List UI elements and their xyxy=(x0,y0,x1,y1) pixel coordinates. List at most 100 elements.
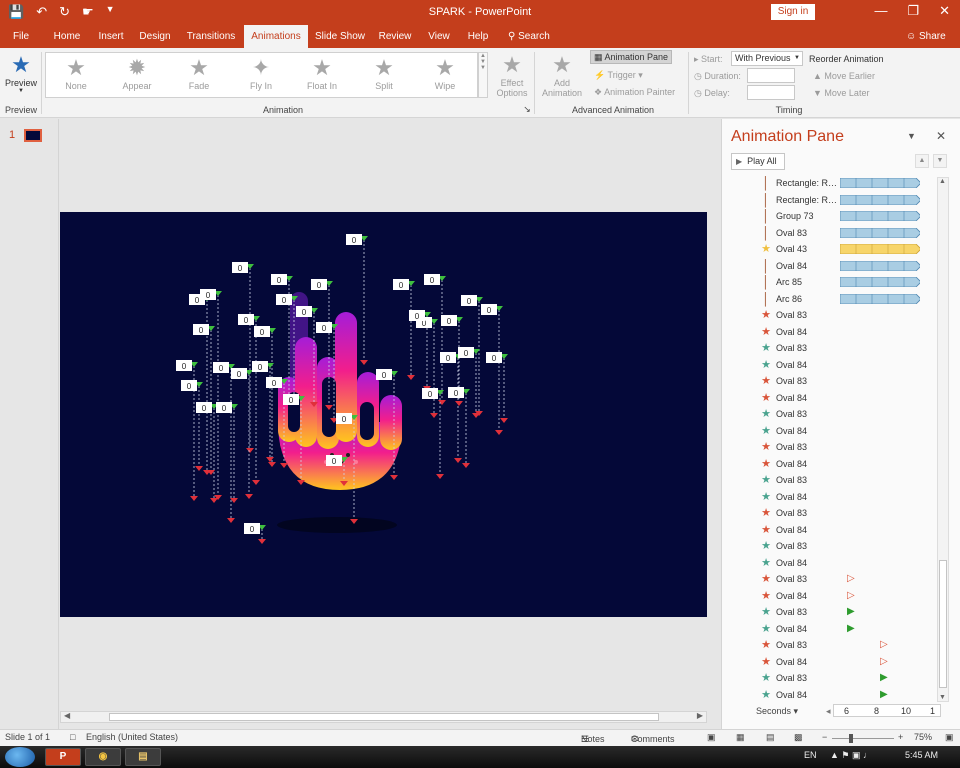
close-icon[interactable]: ✕ xyxy=(939,3,950,19)
tab-review[interactable]: Review xyxy=(374,25,416,48)
minimize-icon[interactable]: — xyxy=(874,3,887,19)
path-end-marker[interactable] xyxy=(258,539,266,544)
animation-item[interactable]: ★ Oval 43 xyxy=(731,241,939,257)
tab-animations[interactable]: Animations xyxy=(244,25,308,48)
path-end-marker[interactable] xyxy=(252,480,260,485)
timeline-bar[interactable] xyxy=(840,178,920,188)
scroll-thumb[interactable] xyxy=(939,560,947,688)
horizontal-scrollbar[interactable]: ◀ ▶ xyxy=(60,711,707,723)
animation-item[interactable]: │ Rectangle: Ro... xyxy=(731,192,939,208)
share-button[interactable]: ☺ Share xyxy=(906,25,946,48)
language[interactable]: English (United States) xyxy=(86,732,178,742)
anim-none[interactable]: ★ None xyxy=(47,55,105,91)
timeline-bar[interactable] xyxy=(840,211,920,221)
timing-marker[interactable]: ▶ xyxy=(880,670,888,686)
move-up-icon[interactable]: ▲ xyxy=(915,154,929,168)
animation-item[interactable]: ★ Oval 84 ▷ xyxy=(731,588,939,604)
clock[interactable]: 5:45 AM xyxy=(905,750,938,760)
move-down-icon[interactable]: ▼ xyxy=(933,154,947,168)
anim-wipe[interactable]: ★ Wipe xyxy=(416,55,474,91)
animation-item[interactable]: ★ Oval 84 xyxy=(731,489,939,505)
duration-input[interactable] xyxy=(747,68,795,83)
path-end-marker[interactable] xyxy=(266,457,274,462)
add-animation-button[interactable]: ★ Add Animation xyxy=(540,52,584,98)
animation-item[interactable]: ★ Oval 83 xyxy=(731,439,939,455)
tray-icons[interactable]: ▲ ⚑ ▣ ♩ xyxy=(830,750,872,761)
animation-item[interactable]: │ Oval 83 xyxy=(731,225,939,241)
animation-item[interactable]: │ Group 73 xyxy=(731,208,939,224)
path-end-marker[interactable] xyxy=(268,462,276,467)
pane-options-icon[interactable]: ▼ xyxy=(907,131,916,141)
animation-item[interactable]: ★ Oval 84 ▷ xyxy=(731,654,939,670)
reading-view-icon[interactable]: ▤ xyxy=(766,732,775,743)
timeline-bar[interactable] xyxy=(840,194,920,205)
path-end-marker[interactable] xyxy=(438,400,446,405)
effect-options-button[interactable]: ★ Effect Options xyxy=(490,52,534,98)
animation-item[interactable]: ★ Oval 83 xyxy=(731,505,939,521)
timeline-bar[interactable] xyxy=(840,244,920,254)
animation-painter-button[interactable]: ❖ Animation Painter xyxy=(594,87,675,98)
path-end-marker[interactable] xyxy=(495,430,503,435)
zoom-in-icon[interactable]: + xyxy=(898,732,903,742)
ruler-left-icon[interactable]: ◂ xyxy=(826,705,831,717)
tell-me-search[interactable]: ⚲ Search xyxy=(508,25,550,48)
tab-file[interactable]: File xyxy=(6,25,36,48)
animation-item[interactable]: ★ Oval 84 xyxy=(731,555,939,571)
animation-item[interactable]: │ Oval 84 xyxy=(731,258,939,274)
path-end-marker[interactable] xyxy=(195,466,203,471)
powerpoint-taskbar-icon[interactable]: P xyxy=(45,748,81,766)
timing-marker[interactable]: ▷ xyxy=(847,571,855,587)
slide-canvas[interactable]: 0000000000000000000000000000000000000 xyxy=(60,212,707,617)
close-pane-icon[interactable]: ✕ xyxy=(936,129,946,143)
path-end-marker[interactable] xyxy=(280,463,288,468)
animation-item[interactable]: ★ Oval 83 xyxy=(731,406,939,422)
scroll-right-icon[interactable]: ▶ xyxy=(697,711,703,720)
path-end-marker[interactable] xyxy=(462,463,470,468)
path-end-marker[interactable] xyxy=(245,494,253,499)
anim-float-in[interactable]: ★ Float In xyxy=(293,55,351,91)
scroll-thumb[interactable] xyxy=(109,713,659,721)
move-later-button[interactable]: ▼ Move Later xyxy=(813,88,869,98)
animation-item[interactable]: │ Arc 85 xyxy=(731,274,939,290)
gallery-scroll[interactable]: ▲ ▼ ▼ xyxy=(478,52,488,98)
timeline-bar[interactable] xyxy=(840,293,920,304)
animation-item[interactable]: ★ Oval 83 xyxy=(731,538,939,554)
animation-item[interactable]: │ Rectangle: Ro... xyxy=(731,175,939,191)
animation-item[interactable]: ★ Oval 83 ▶ xyxy=(731,604,939,620)
trigger-button[interactable]: ⚡ Trigger ▾ xyxy=(594,70,643,81)
animation-item[interactable]: ★ Oval 83 xyxy=(731,340,939,356)
anim-fly-in[interactable]: ✦ Fly In xyxy=(232,55,290,91)
zoom-out-icon[interactable]: − xyxy=(822,732,827,742)
animation-item[interactable]: ★ Oval 83 ▷ xyxy=(731,571,939,587)
animation-item[interactable]: ★ Oval 83 xyxy=(731,373,939,389)
timeline-bar[interactable] xyxy=(840,227,920,238)
tab-view[interactable]: View xyxy=(422,25,456,48)
timing-marker[interactable]: ▷ xyxy=(880,654,888,670)
fit-slide-icon[interactable]: ▣ xyxy=(945,732,954,743)
move-earlier-button[interactable]: ▲ Move Earlier xyxy=(813,71,875,81)
zoom-slider-thumb[interactable] xyxy=(849,734,853,743)
timing-marker[interactable]: ▶ xyxy=(847,604,855,620)
timeline-bar[interactable] xyxy=(840,260,920,271)
scroll-left-icon[interactable]: ◀ xyxy=(64,711,70,720)
sign-in-button[interactable]: Sign in xyxy=(771,4,815,20)
tab-design[interactable]: Design xyxy=(136,25,174,48)
animation-pane-button[interactable]: ▦ Animation Pane xyxy=(590,50,673,64)
animation-item[interactable]: ★ Oval 84 xyxy=(731,423,939,439)
tab-slide-show[interactable]: Slide Show xyxy=(312,25,368,48)
timing-marker[interactable]: ▷ xyxy=(880,637,888,653)
zoom-slider[interactable] xyxy=(832,738,894,739)
folder-taskbar-icon[interactable]: ▤ xyxy=(125,748,161,766)
normal-view-icon[interactable]: ▣ xyxy=(707,732,716,743)
animation-item[interactable]: ★ Oval 83 ▷ xyxy=(731,637,939,653)
tab-home[interactable]: Home xyxy=(48,25,86,48)
animation-item[interactable]: ★ Oval 84 ▶ xyxy=(731,621,939,637)
path-end-marker[interactable] xyxy=(246,448,254,453)
slide-thumbnail[interactable] xyxy=(24,129,42,142)
path-end-marker[interactable] xyxy=(407,375,415,380)
tab-transitions[interactable]: Transitions xyxy=(182,25,240,48)
path-end-marker[interactable] xyxy=(227,518,235,523)
path-end-marker[interactable] xyxy=(454,458,462,463)
animation-item[interactable]: ★ Oval 83 xyxy=(731,472,939,488)
proofing-icon[interactable]: □ xyxy=(70,732,75,742)
